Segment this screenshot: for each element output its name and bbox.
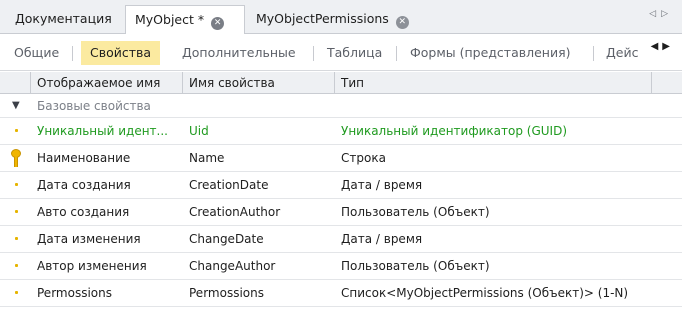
cell-display-name: Автор изменения (37, 259, 147, 273)
tab-properties[interactable]: Свойства (81, 41, 161, 65)
cell-type: Список<MyObjectPermissions (Объект)> (1-… (341, 286, 629, 300)
tab-scroll-arrows[interactable]: ◁▷ (649, 9, 673, 19)
close-icon[interactable]: ✕ (211, 17, 225, 30)
grid-header: Отображаемое имя Имя свойства Тип (0, 72, 682, 94)
tab-separator (72, 46, 73, 61)
cell-property-name: CreationAuthor (189, 205, 281, 219)
cell-type: Дата / время (341, 178, 423, 192)
header-indicator-cell (0, 72, 31, 94)
cell-property-name: ChangeAuthor (189, 259, 276, 273)
dot-marker-icon (15, 183, 18, 186)
table-row[interactable]: Дата изменения ChangeDate Дата / время (0, 226, 682, 253)
cell-type: Пользователь (Объект) (341, 259, 490, 273)
table-row[interactable]: Авто создания CreationAuthor Пользовател… (0, 199, 682, 226)
cell-display-name: Дата создания (37, 178, 131, 192)
table-row[interactable]: Дата создания CreationDate Дата / время (0, 172, 682, 199)
column-property-name[interactable]: Имя свойства (183, 72, 335, 94)
group-label: Базовые свойства (37, 99, 151, 113)
key-icon (11, 149, 21, 167)
table-row[interactable]: Permossions Permossions Список<MyObjectP… (0, 280, 682, 307)
doc-tab-label: MyObject * (135, 12, 205, 27)
section-tabbar: Общие Свойства Дополнительные Таблица Фо… (0, 34, 682, 71)
close-icon[interactable]: ✕ (395, 16, 409, 29)
column-type[interactable]: Тип (335, 72, 652, 94)
table-row[interactable]: Автор изменения ChangeAuthor Пользовател… (0, 253, 682, 280)
cell-property-name: ChangeDate (189, 232, 264, 246)
tab-separator (396, 46, 397, 61)
section-scroll-arrows[interactable]: ◀▶ (646, 41, 674, 52)
doc-tab-myobjectpermissions[interactable]: MyObjectPermissions ✕ (247, 5, 417, 34)
dot-marker-icon (15, 291, 18, 294)
table-row[interactable]: Уникальный идент... Uid Уникальный идент… (0, 118, 682, 145)
dot-marker-icon (15, 129, 18, 132)
cell-type: Уникальный идентификатор (GUID) (341, 124, 567, 138)
tab-table[interactable]: Таблица (327, 41, 382, 65)
cell-display-name: Permossions (37, 286, 112, 300)
cell-display-name: Уникальный идент... (37, 124, 168, 138)
document-tabbar: Документация MyObject * ✕ MyObjectPermiss… (0, 0, 682, 35)
dot-marker-icon (15, 237, 18, 240)
tab-separator (593, 46, 594, 61)
tab-additional[interactable]: Дополнительные (182, 41, 296, 65)
cell-display-name: Авто создания (37, 205, 130, 219)
cell-display-name: Наименование (37, 151, 131, 165)
cell-property-name: Name (189, 151, 225, 165)
properties-grid: Отображаемое имя Имя свойства Тип ▼ Базо… (0, 72, 682, 315)
header-filler-cell (652, 72, 682, 94)
dot-marker-icon (15, 264, 18, 267)
table-row[interactable]: Наименование Name Строка (0, 145, 682, 172)
tab-general[interactable]: Общие (14, 41, 59, 65)
tab-forms[interactable]: Формы (представления) (410, 41, 571, 65)
cell-type: Строка (341, 151, 386, 165)
caret-down-icon[interactable]: ▼ (12, 94, 20, 118)
group-row-base-properties[interactable]: ▼ Базовые свойства (0, 94, 682, 118)
cell-property-name: Uid (189, 124, 209, 138)
cell-type: Дата / время (341, 232, 423, 246)
dot-marker-icon (15, 210, 18, 213)
doc-tab-label: Документация (15, 11, 112, 26)
cell-display-name: Дата изменения (37, 232, 141, 246)
column-display-name[interactable]: Отображаемое имя (31, 72, 183, 94)
tab-separator (313, 46, 314, 61)
doc-tab-documentation[interactable]: Документация (6, 5, 124, 34)
cell-property-name: CreationDate (189, 178, 269, 192)
doc-tab-label: MyObjectPermissions (256, 11, 389, 26)
tab-actions[interactable]: Дейс (606, 41, 646, 65)
cell-type: Пользователь (Объект) (341, 205, 490, 219)
doc-tab-myobject[interactable]: MyObject * ✕ (125, 5, 245, 35)
cell-property-name: Permossions (189, 286, 264, 300)
